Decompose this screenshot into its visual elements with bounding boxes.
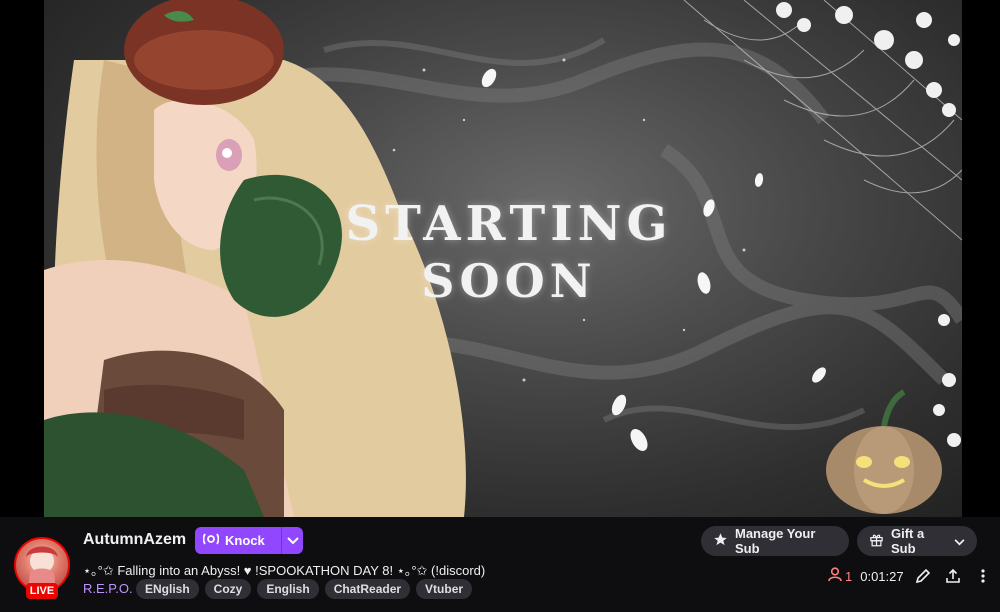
gift-icon bbox=[869, 532, 884, 550]
gift-sub-label: Gift a Sub bbox=[891, 526, 925, 556]
tag[interactable]: Cozy bbox=[204, 579, 252, 599]
overlay-line-2: SOON bbox=[421, 254, 597, 308]
person-icon bbox=[828, 567, 842, 585]
knock-dropdown-button[interactable] bbox=[282, 527, 303, 554]
video-player[interactable]: STARTING SOON bbox=[0, 0, 1000, 517]
tag[interactable]: English bbox=[257, 579, 319, 599]
share-icon[interactable] bbox=[942, 565, 964, 587]
gift-sub-button[interactable]: Gift a Sub bbox=[857, 526, 977, 556]
overlay-line-1: STARTING bbox=[345, 196, 673, 252]
channel-name[interactable]: AutumnAzem bbox=[83, 531, 186, 549]
chevron-down-icon bbox=[286, 532, 299, 550]
category-link[interactable]: R.E.P.O. bbox=[83, 581, 133, 596]
tag-list: ENglish Cozy English ChatReader Vtuber bbox=[136, 579, 473, 599]
channel-info-bar: LIVE AutumnAzem Knock ⋆｡°✩ Falling into … bbox=[0, 517, 1000, 612]
stream-frame: STARTING SOON bbox=[44, 0, 962, 517]
stream-stats: 1 0:01:27 bbox=[828, 565, 994, 587]
chevron-down-icon bbox=[954, 534, 965, 549]
tag[interactable]: ChatReader bbox=[324, 579, 411, 599]
stream-title: ⋆｡°✩ Falling into an Abyss! ♥ !SPOOKATHO… bbox=[83, 563, 486, 578]
uptime: 0:01:27 bbox=[860, 568, 904, 584]
starting-soon-overlay: STARTING SOON bbox=[329, 200, 689, 304]
viewer-count-value: 1 bbox=[845, 568, 853, 584]
manage-sub-button[interactable]: Manage Your Sub bbox=[701, 526, 849, 556]
knock-label: Knock bbox=[225, 533, 265, 548]
tag[interactable]: Vtuber bbox=[416, 579, 473, 599]
knock-icon bbox=[202, 532, 220, 549]
pencil-icon[interactable] bbox=[912, 565, 934, 587]
live-badge: LIVE bbox=[26, 583, 58, 599]
viewer-count: 1 bbox=[828, 567, 852, 585]
tag[interactable]: ENglish bbox=[136, 579, 199, 599]
manage-sub-label: Manage Your Sub bbox=[735, 526, 816, 556]
knock-button[interactable]: Knock bbox=[195, 527, 281, 554]
star-icon bbox=[713, 532, 728, 550]
knock-button-group: Knock bbox=[195, 527, 303, 554]
more-vertical-icon[interactable] bbox=[972, 565, 994, 587]
